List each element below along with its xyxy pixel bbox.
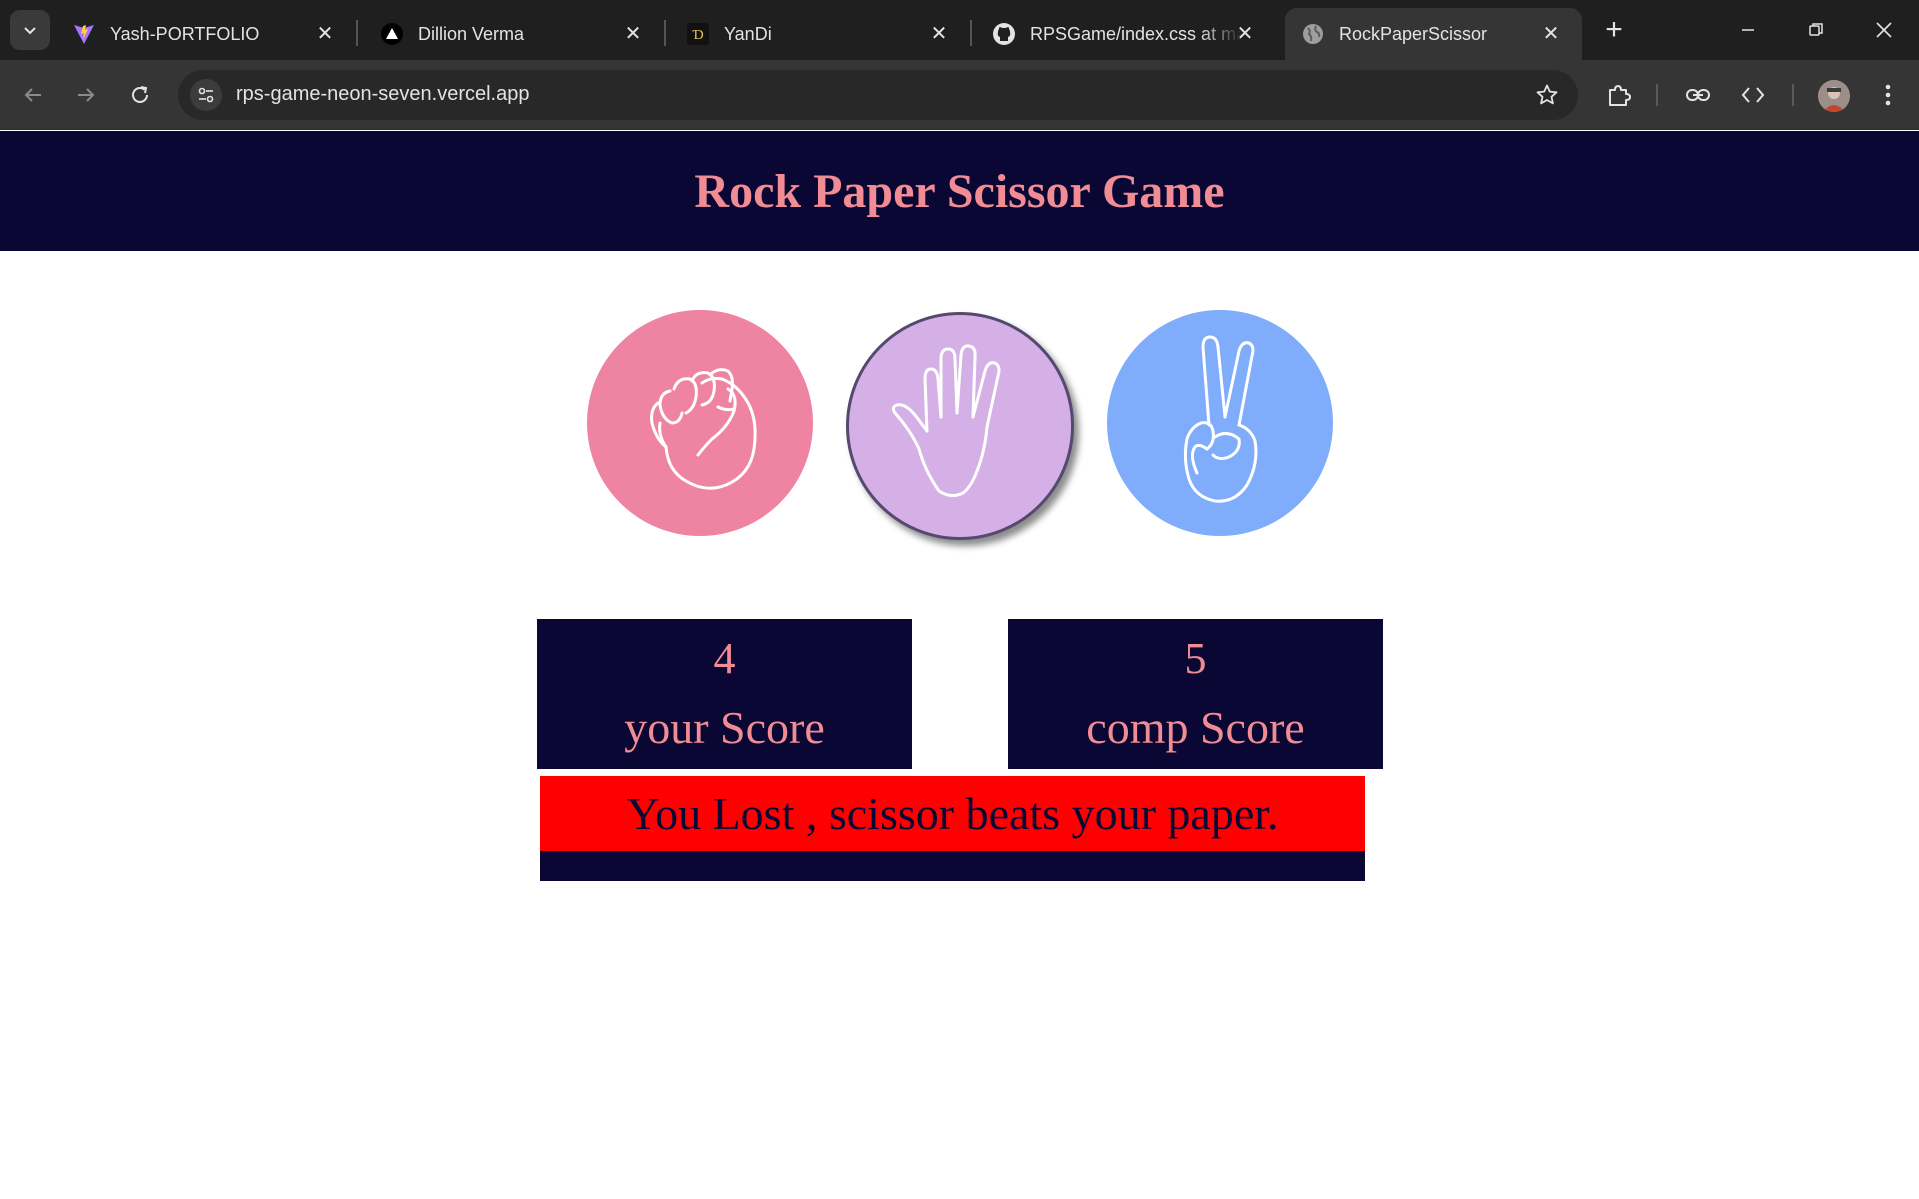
- restore-button[interactable]: [1782, 0, 1850, 60]
- avatar-icon: [1818, 80, 1850, 112]
- comp-score-box: 5 comp Score: [1008, 619, 1383, 769]
- rock-fist-icon: [650, 368, 757, 490]
- github-icon: [992, 22, 1016, 46]
- close-icon[interactable]: ✕: [620, 20, 646, 46]
- chevron-down-icon: [24, 27, 36, 35]
- tab-rpsgame-github[interactable]: RPSGame/index.css at main ✕: [976, 8, 1276, 60]
- kebab-menu-icon: [1885, 84, 1891, 106]
- minimize-icon: [1742, 29, 1754, 31]
- user-score-box: 4 your Score: [537, 619, 912, 769]
- toolbar-divider: [1656, 84, 1658, 106]
- tab-search-button[interactable]: [10, 10, 50, 50]
- user-score-value: 4: [713, 634, 736, 683]
- reload-button[interactable]: [120, 75, 160, 115]
- tab-divider: [356, 20, 358, 46]
- close-icon[interactable]: ✕: [926, 20, 952, 46]
- close-icon[interactable]: ✕: [312, 20, 338, 46]
- arrow-left-icon: [24, 88, 41, 102]
- address-bar[interactable]: rps-game-neon-seven.vercel.app: [178, 70, 1578, 120]
- star-icon: [1536, 84, 1558, 105]
- page-title: Rock Paper Scissor Game: [694, 164, 1225, 218]
- copy-link-button[interactable]: [1680, 77, 1716, 113]
- close-icon[interactable]: ✕: [1538, 20, 1564, 46]
- tab-divider: [970, 20, 972, 46]
- forward-button[interactable]: [66, 75, 106, 115]
- chrome-menu-button[interactable]: [1870, 77, 1906, 113]
- tune-icon: [198, 87, 214, 103]
- close-icon: [1876, 22, 1892, 38]
- yandi-logo-icon: Ɗ: [686, 22, 710, 46]
- close-window-button[interactable]: [1850, 0, 1918, 60]
- tab-title: YanDi: [724, 23, 772, 44]
- tab-yash-portfolio[interactable]: Yash-PORTFOLIO ✕: [56, 8, 358, 60]
- user-score-label: your Score: [624, 702, 825, 753]
- browser-toolbar: rps-game-neon-seven.vercel.app: [0, 60, 1919, 130]
- result-message-container: You Lost , scissor beats your paper.: [540, 776, 1365, 881]
- url-text[interactable]: rps-game-neon-seven.vercel.app: [236, 83, 530, 106]
- tab-divider: [664, 20, 666, 46]
- puzzle-icon: [1609, 85, 1631, 106]
- scissor-choice-button[interactable]: [1107, 310, 1333, 536]
- tab-dillion-verma[interactable]: Dillion Verma ✕: [364, 8, 666, 60]
- minimize-button[interactable]: [1714, 0, 1782, 60]
- browser-tab-strip: Yash-PORTFOLIO ✕ Dillion Verma ✕ Ɗ YanDi…: [0, 0, 1919, 60]
- new-tab-button[interactable]: +: [1596, 12, 1632, 48]
- back-button[interactable]: [13, 75, 53, 115]
- scissor-peace-icon: [1183, 335, 1258, 503]
- triangle-logo-icon: [380, 22, 404, 46]
- page-header: Rock Paper Scissor Game: [0, 131, 1919, 251]
- devtools-button[interactable]: [1735, 77, 1771, 113]
- close-icon[interactable]: ✕: [1232, 20, 1258, 46]
- tab-title: Dillion Verma: [418, 23, 525, 44]
- bookmark-star-button[interactable]: [1534, 82, 1560, 108]
- toolbar-divider: [1792, 84, 1794, 106]
- paper-hand-icon: [891, 344, 1001, 498]
- link-icon: [1686, 89, 1710, 101]
- result-message: You Lost , scissor beats your paper.: [540, 776, 1365, 851]
- tab-yandi[interactable]: Ɗ YanDi ✕: [670, 8, 972, 60]
- extensions-button[interactable]: [1601, 77, 1637, 113]
- svg-text:Ɗ: Ɗ: [692, 28, 703, 43]
- reload-icon: [132, 86, 148, 103]
- tab-rockpaperscissor[interactable]: RockPaperScissor ✕: [1285, 8, 1582, 60]
- code-icon: [1741, 87, 1765, 103]
- rock-choice-button[interactable]: [587, 310, 813, 536]
- profile-avatar[interactable]: [1818, 80, 1850, 112]
- paper-choice-button[interactable]: [846, 312, 1074, 540]
- vite-logo-icon: [72, 22, 96, 46]
- comp-score-label: comp Score: [1086, 702, 1305, 753]
- tab-title: RockPaperScissor: [1339, 23, 1488, 44]
- comp-score-value: 5: [1184, 634, 1207, 683]
- restore-icon: [1809, 23, 1823, 36]
- tab-title: Yash-PORTFOLIO: [110, 23, 260, 44]
- globe-icon: [1301, 22, 1325, 46]
- arrow-right-icon: [78, 88, 95, 102]
- site-info-button[interactable]: [190, 79, 222, 111]
- tab-title: RPSGame/index.css at main: [1030, 23, 1242, 44]
